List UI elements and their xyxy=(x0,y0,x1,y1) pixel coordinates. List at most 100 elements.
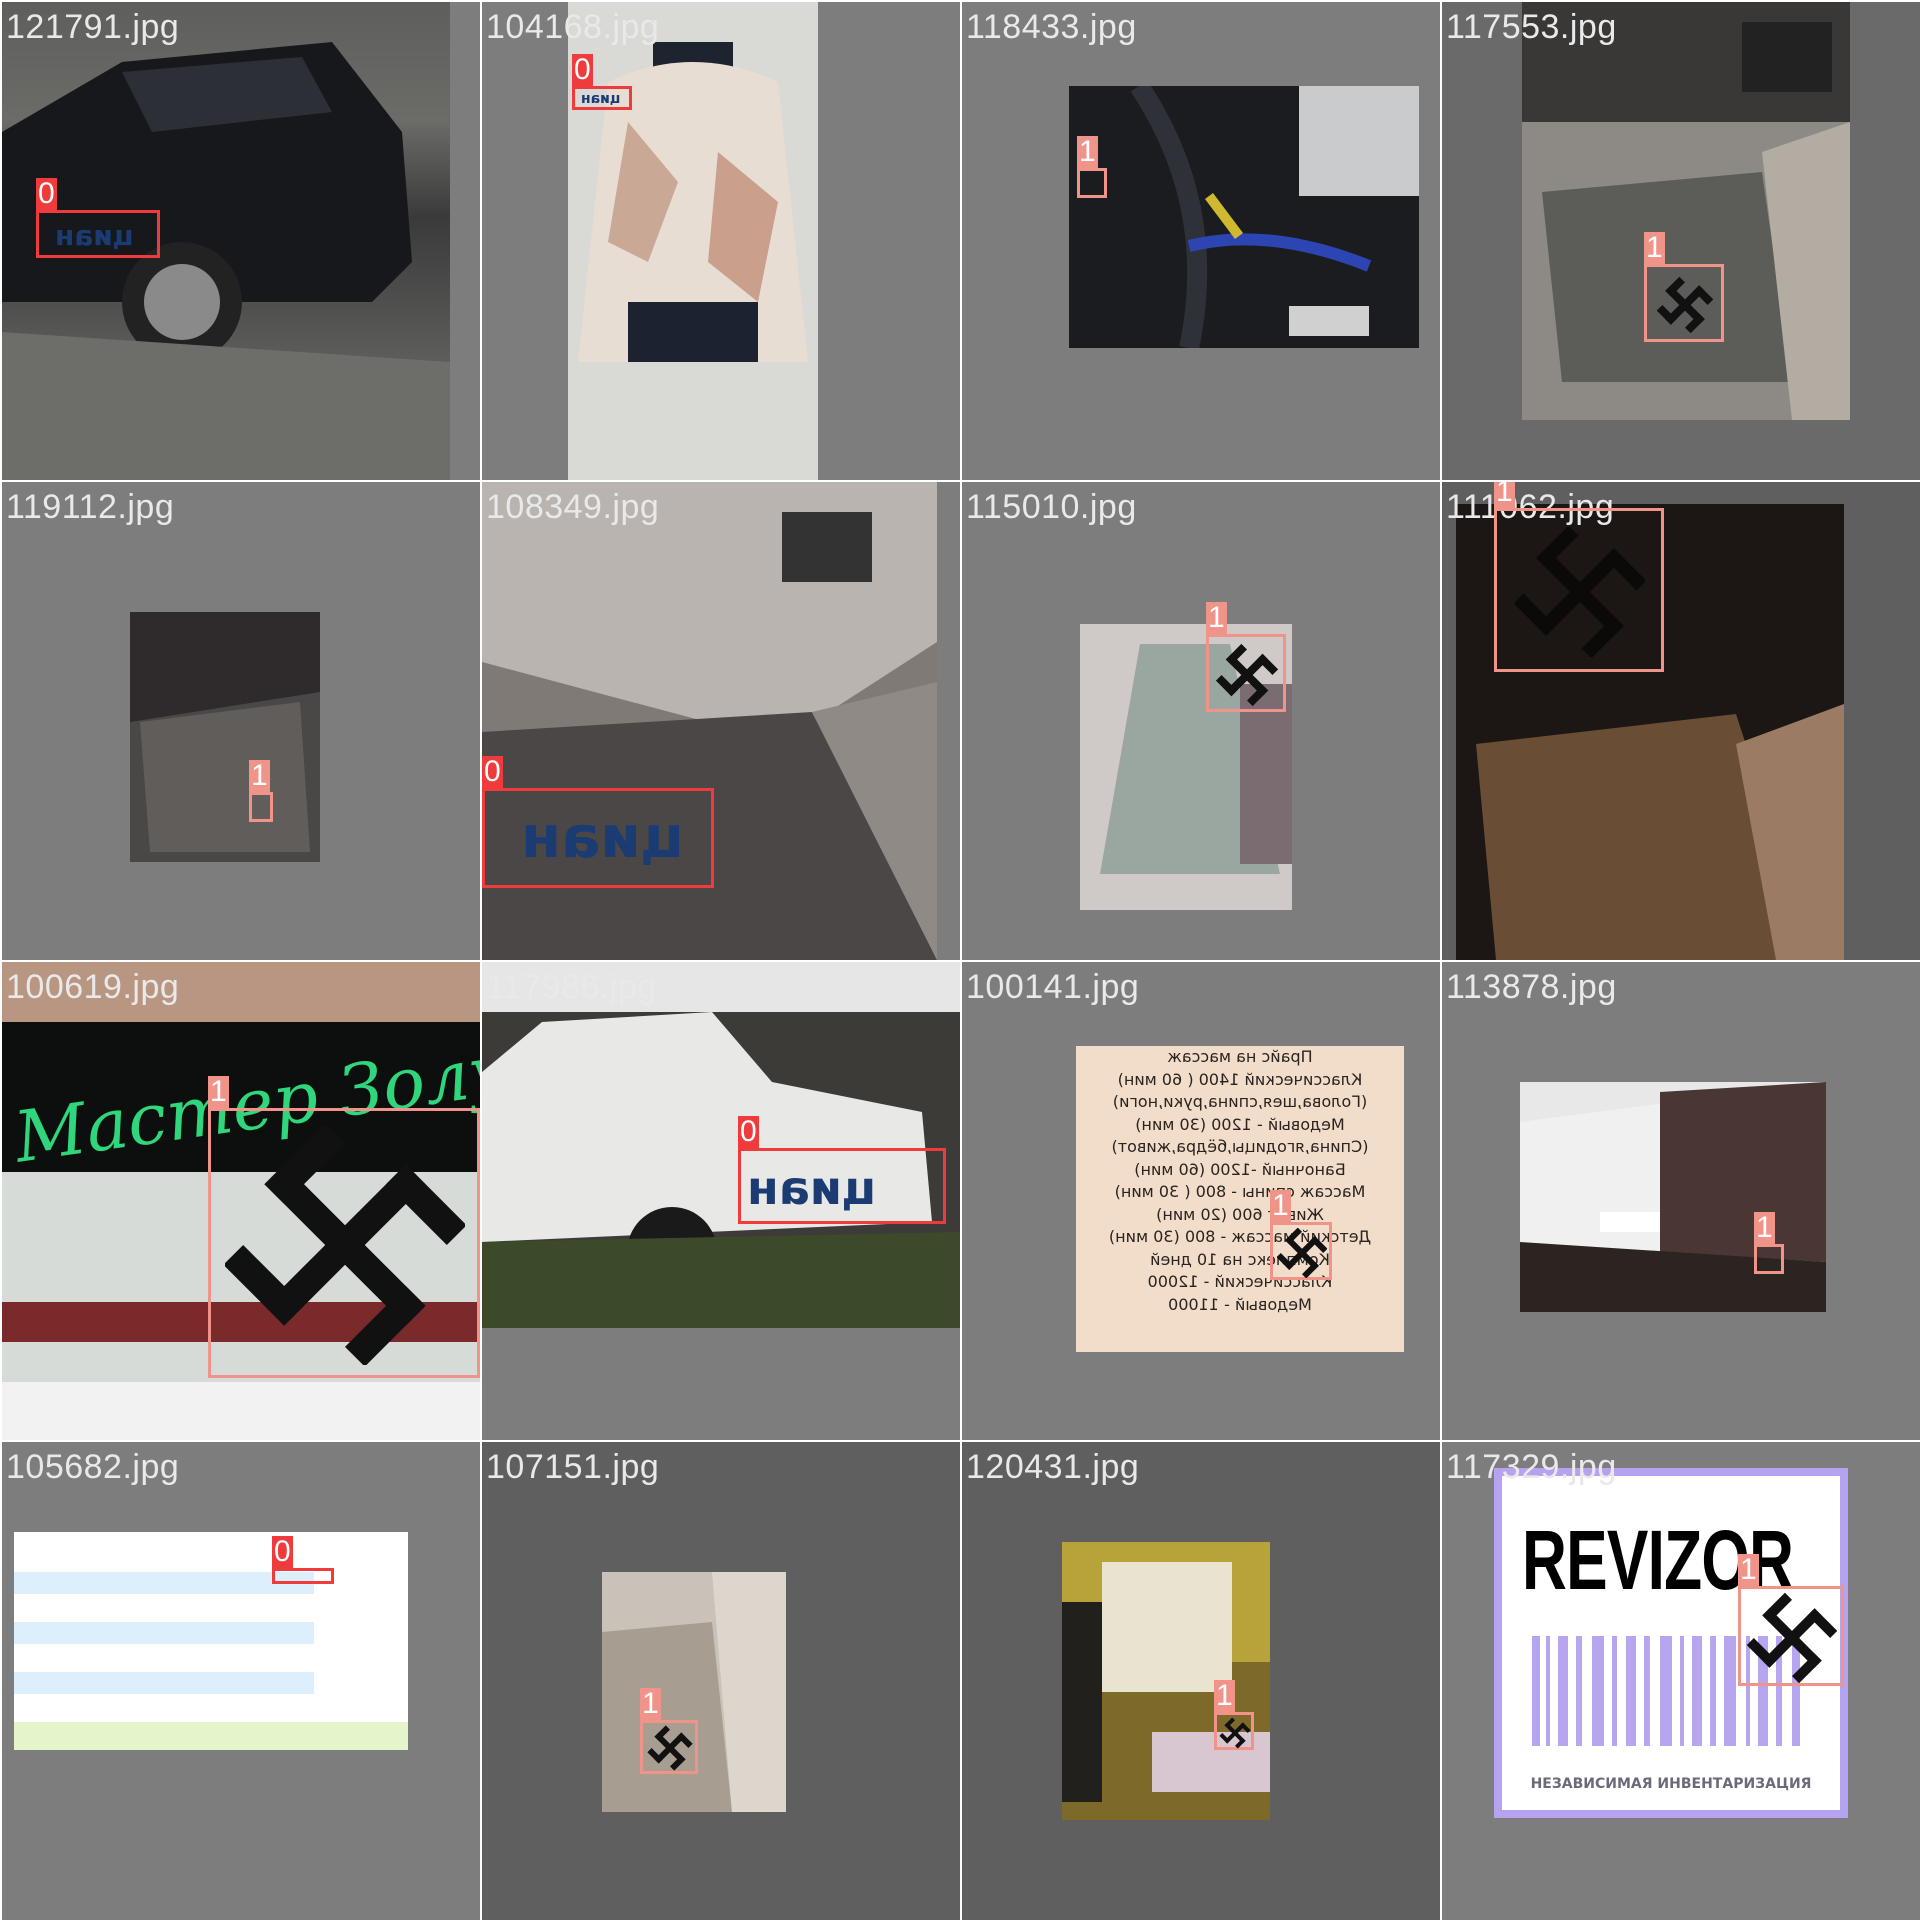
bounding-box-class-1[interactable] xyxy=(1738,1586,1844,1686)
image-tile[interactable]: 115010.jpg 1 xyxy=(962,482,1440,960)
filename-label: 113878.jpg xyxy=(1446,968,1617,1006)
watermark-text: циан xyxy=(55,219,134,252)
bounding-box-class-1[interactable] xyxy=(1494,508,1664,672)
price-line: Баночный -1200 (60 мин) xyxy=(1134,1159,1346,1179)
price-line: Медовый - 11000 xyxy=(1168,1294,1312,1314)
filename-label: 117329.jpg xyxy=(1446,1448,1617,1486)
filename-label: 120431.jpg xyxy=(966,1448,1140,1486)
class-label: 1 xyxy=(1494,482,1515,508)
symbol-icon xyxy=(1656,276,1714,334)
filename-label: 115010.jpg xyxy=(966,488,1137,526)
bounding-box-class-0[interactable] xyxy=(272,1568,334,1584)
price-list: Прайс на массаж Классический 1400 ( 60 м… xyxy=(1076,1046,1404,1352)
bounding-box-class-1[interactable] xyxy=(249,792,273,822)
engine-photo-svg xyxy=(1130,86,1419,348)
filename-label: 100619.jpg xyxy=(6,968,180,1006)
image-tile[interactable]: 118433.jpg 1 xyxy=(962,2,1440,480)
photo xyxy=(482,482,937,960)
image-tile[interactable]: 108349.jpg циан 0 xyxy=(482,482,960,960)
filename-label: 119112.jpg xyxy=(6,488,175,526)
image-tile[interactable]: 111062.jpg 1 xyxy=(1442,482,1920,960)
image-tile[interactable]: 107151.jpg 1 xyxy=(482,1442,960,1920)
filename-label: 118433.jpg xyxy=(966,8,1137,46)
symbol-icon xyxy=(1219,1717,1251,1749)
watermark-text: циан xyxy=(747,1161,877,1215)
white-car-photo-svg xyxy=(482,962,960,1328)
class-label: 0 xyxy=(572,53,593,86)
kitchen-photo-svg xyxy=(1062,1542,1270,1802)
filename-label: 108349.jpg xyxy=(486,488,660,526)
logo-subtitle: НЕЗАВИСИМАЯ ИНВЕНТАРИЗАЦИЯ xyxy=(1530,1776,1812,1792)
photo xyxy=(568,2,818,480)
photo xyxy=(130,612,320,862)
image-tile[interactable]: Мастер Золушка 100619.jpg 1 xyxy=(2,962,480,1440)
symbol-icon xyxy=(1215,643,1279,707)
bounding-box-class-0[interactable]: циан xyxy=(572,86,632,110)
class-label: 1 xyxy=(640,1687,661,1720)
image-tile[interactable]: 117553.jpg 1 xyxy=(1442,2,1920,480)
bounding-box-class-0[interactable]: циан xyxy=(36,210,160,258)
filename-label: 117986.jpg xyxy=(486,968,657,1006)
image-tile[interactable]: 120431.jpg 1 xyxy=(962,1442,1440,1920)
photo xyxy=(1522,2,1850,420)
car-mat-photo-svg xyxy=(1522,2,1850,420)
bounding-box-class-0[interactable]: циан xyxy=(738,1148,946,1224)
filename-label: 107151.jpg xyxy=(486,1448,660,1486)
document-photo-svg xyxy=(14,1572,408,1750)
image-tile[interactable]: 104168.jpg циан 0 xyxy=(482,2,960,480)
room-photo-svg xyxy=(1520,1082,1826,1312)
photo xyxy=(1520,1082,1826,1312)
bounding-box-class-1[interactable] xyxy=(1214,1712,1254,1750)
image-tile[interactable]: 105682.jpg 0 xyxy=(2,1442,480,1920)
coat-photo-svg xyxy=(578,42,808,362)
bounding-box-class-1[interactable] xyxy=(640,1720,698,1774)
car-floor-photo-svg xyxy=(130,612,320,852)
image-tile[interactable]: 117986.jpg циан 0 xyxy=(482,962,960,1440)
bounding-box-class-0[interactable]: циан xyxy=(482,788,714,888)
filename-label: 117553.jpg xyxy=(1446,8,1617,46)
price-line: Комплекс на 10 дней xyxy=(1150,1249,1330,1269)
symbol-icon xyxy=(1747,1593,1837,1683)
class-label: 1 xyxy=(1270,1189,1291,1222)
class-label: 1 xyxy=(208,1075,229,1108)
price-line: (Голова,шея,спина,руки,ноги) xyxy=(1112,1092,1368,1111)
filename-label: 121791.jpg xyxy=(6,8,180,46)
symbol-icon xyxy=(1515,527,1645,657)
photo: Прайс на массаж Классический 1400 ( 60 м… xyxy=(1076,1046,1404,1352)
bounding-box-class-1[interactable] xyxy=(1077,168,1107,198)
class-label: 1 xyxy=(1738,1553,1759,1586)
bounding-box-class-1[interactable] xyxy=(1644,264,1724,342)
image-tile[interactable]: REVIZOR НЕЗАВИСИМАЯ ИНВЕНТАРИЗАЦИЯ 11732… xyxy=(1442,1442,1920,1920)
photo xyxy=(1062,1542,1270,1820)
class-label: 0 xyxy=(36,177,57,210)
photo xyxy=(1069,86,1419,348)
image-tile[interactable]: Прайс на массаж Классический 1400 ( 60 м… xyxy=(962,962,1440,1440)
symbol-icon xyxy=(225,1125,465,1365)
image-tile[interactable]: 121791.jpg циан 0 xyxy=(2,2,480,480)
bounding-box-class-1[interactable] xyxy=(1754,1244,1784,1274)
detection-results-grid: 121791.jpg циан 0 104168.jpg циан 0 1184… xyxy=(0,0,1920,1920)
class-label: 0 xyxy=(272,1535,293,1568)
class-label: 1 xyxy=(249,759,270,792)
class-label: 0 xyxy=(738,1115,759,1148)
filename-label: 105682.jpg xyxy=(6,1448,180,1486)
class-label: 0 xyxy=(482,755,503,788)
bounding-box-class-1[interactable] xyxy=(208,1108,480,1378)
price-line: Медовый - 1200 (30 мин) xyxy=(1135,1114,1345,1134)
image-tile[interactable]: 113878.jpg 1 xyxy=(1442,962,1920,1440)
filename-label: 100141.jpg xyxy=(966,968,1140,1006)
watermark-text: циан xyxy=(581,91,621,107)
photo xyxy=(602,1572,786,1812)
image-tile[interactable]: 119112.jpg 1 xyxy=(2,482,480,960)
price-line: Прайс на массаж xyxy=(1167,1047,1313,1066)
photo xyxy=(482,962,960,1328)
class-label: 1 xyxy=(1214,1679,1235,1712)
symbol-icon xyxy=(647,1725,693,1771)
price-line: (Спина,ягодицы,бёдра,живот) xyxy=(1111,1137,1369,1156)
bounding-box-class-1[interactable] xyxy=(1206,634,1286,712)
price-line: Классический 1400 ( 60 мин) xyxy=(1117,1069,1363,1089)
bounding-box-class-1[interactable] xyxy=(1270,1222,1332,1280)
class-label: 1 xyxy=(1206,601,1227,634)
class-label: 1 xyxy=(1077,135,1098,168)
watermark-text: циан xyxy=(521,803,684,871)
